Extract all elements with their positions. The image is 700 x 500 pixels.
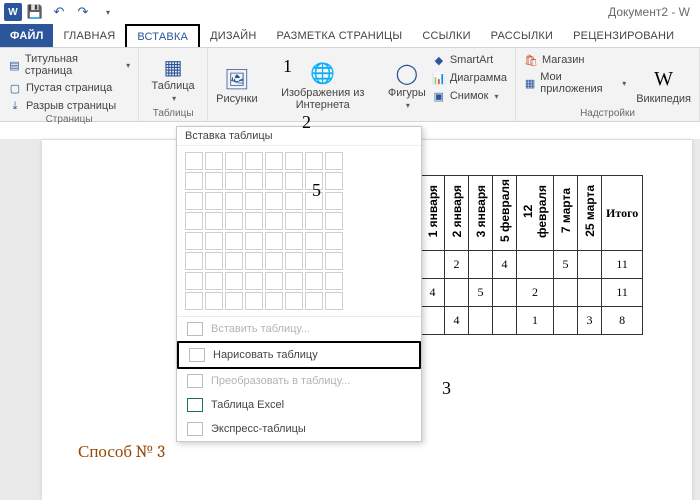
label: Преобразовать в таблицу... <box>211 375 350 387</box>
title-bar: W 💾 ↶ ↷ Документ2 - W <box>0 0 700 24</box>
label: Снимок <box>450 90 489 102</box>
tab-design[interactable]: ДИЗАЙН <box>200 24 266 47</box>
dropdown-menu: Вставить таблицу... Нарисовать таблицу П… <box>177 316 421 441</box>
menu-draw-table[interactable]: Нарисовать таблицу <box>177 341 421 369</box>
ribbon: ▤ Титульная страница ▢ Пустая страница ⤓ Ра… <box>0 48 700 122</box>
caption: Способ № 3 <box>78 442 165 462</box>
annotation-5: 5 <box>312 180 321 201</box>
wikipedia-icon: W <box>650 67 678 93</box>
group-label: Надстройки <box>516 108 699 119</box>
menu-excel-table[interactable]: Таблица Excel <box>177 393 421 417</box>
label: Пустая страница <box>26 82 112 94</box>
col-date: 1 января <box>421 176 445 251</box>
save-icon[interactable]: 💾 <box>24 2 46 22</box>
col-total: Итого <box>602 176 643 251</box>
btn-screenshot[interactable]: ▣ Снимок <box>430 88 509 104</box>
tab-mailings[interactable]: РАССЫЛКИ <box>481 24 563 47</box>
btn-chart[interactable]: 📊 Диаграмма <box>430 70 509 86</box>
btn-myapps[interactable]: ▦ Мои приложения <box>522 70 628 96</box>
label: Разрыв страницы <box>26 100 116 112</box>
label: Титульная страница <box>25 53 120 77</box>
col-date: 3 января <box>469 176 493 251</box>
label: Изображения из Интернета <box>264 87 382 111</box>
group-label: Таблицы <box>145 108 201 119</box>
qat-more-icon[interactable] <box>96 2 118 22</box>
label: Фигуры <box>388 87 426 99</box>
btn-pictures[interactable]: 🖼Рисунки <box>214 52 260 119</box>
col-date: 2 января <box>445 176 469 251</box>
dropdown-header: Вставка таблицы <box>177 127 421 146</box>
quick-access-toolbar: W 💾 ↶ ↷ <box>4 2 118 22</box>
label: SmartArt <box>450 54 493 66</box>
tab-review[interactable]: РЕЦЕНЗИРОВАНИ <box>563 24 684 47</box>
btn-cover-page[interactable]: ▤ Титульная страница <box>6 52 132 78</box>
label: Диаграмма <box>450 72 507 84</box>
grid-icon <box>187 322 203 336</box>
btn-page-break[interactable]: ⤓ Разрыв страницы <box>6 98 132 114</box>
smartart-icon: ◆ <box>432 53 446 67</box>
label: Нарисовать таблицу <box>213 349 318 361</box>
label: Мои приложения <box>540 71 616 95</box>
menu-quick-tables[interactable]: Экспресс-таблицы <box>177 417 421 441</box>
insert-grid-cells[interactable] <box>185 152 413 310</box>
label: Википедия <box>636 93 691 105</box>
btn-blank-page[interactable]: ▢ Пустая страница <box>6 80 132 96</box>
label: Рисунки <box>216 93 258 105</box>
label: Вставить таблицу... <box>211 323 310 335</box>
quick-icon <box>187 422 203 436</box>
menu-insert-table[interactable]: Вставить таблицу... <box>177 317 421 341</box>
shapes-icon: ◯ <box>393 61 421 87</box>
tab-file[interactable]: ФАЙЛ <box>0 24 53 47</box>
col-date: 12 февраля <box>517 176 554 251</box>
picture-icon: 🖼 <box>223 67 251 93</box>
group-tables: ▦ Таблица Таблицы <box>139 48 208 121</box>
btn-online-pictures[interactable]: 🌐Изображения из Интернета <box>262 52 384 119</box>
col-date: 7 марта <box>554 176 578 251</box>
col-date: 5 февраля <box>493 176 517 251</box>
group-pages: ▤ Титульная страница ▢ Пустая страница ⤓ Ра… <box>0 48 139 121</box>
label: Таблица Excel <box>211 399 284 411</box>
tab-pagelayout[interactable]: РАЗМЕТКА СТРАНИЦЫ <box>266 24 412 47</box>
annotation-2: 2 <box>302 112 311 133</box>
btn-smartart[interactable]: ◆ SmartArt <box>430 52 509 68</box>
btn-table[interactable]: ▦ Таблица <box>145 52 201 106</box>
page-icon: ▤ <box>8 58 21 72</box>
tab-home[interactable]: ГЛАВНАЯ <box>53 24 125 47</box>
label: Экспресс-таблицы <box>211 423 306 435</box>
redo-icon[interactable]: ↷ <box>72 2 94 22</box>
col-date: 25 марта <box>578 176 602 251</box>
label: Таблица <box>152 80 195 92</box>
ribbon-tabs: ФАЙЛ ГЛАВНАЯ ВСТАВКА ДИЗАЙН РАЗМЕТКА СТР… <box>0 24 700 48</box>
document-title: Документ2 - W <box>608 5 690 19</box>
tab-references[interactable]: ССЫЛКИ <box>412 24 480 47</box>
page-icon: ▢ <box>8 81 22 95</box>
label: Магазин <box>542 54 584 66</box>
word-app-icon: W <box>4 3 22 21</box>
group-addins: 🛍 Магазин ▦ Мои приложения WВикипедия Надс… <box>516 48 700 121</box>
menu-convert-text[interactable]: Преобразовать в таблицу... <box>177 369 421 393</box>
annotation-3: 3 <box>442 378 451 399</box>
break-icon: ⤓ <box>8 99 22 113</box>
group-illustrations: 🖼Рисунки 🌐Изображения из Интернета ◯Фигу… <box>208 48 516 121</box>
insert-grid[interactable] <box>177 146 421 316</box>
convert-icon <box>187 374 203 388</box>
tab-insert[interactable]: ВСТАВКА <box>125 24 200 47</box>
table-icon: ▦ <box>159 54 187 80</box>
btn-store[interactable]: 🛍 Магазин <box>522 52 628 68</box>
table-dropdown: Вставка таблицы Вставить таблицу... Нари… <box>176 126 422 442</box>
store-icon: 🛍 <box>524 53 538 67</box>
btn-shapes[interactable]: ◯Фигуры <box>386 52 428 119</box>
undo-icon[interactable]: ↶ <box>48 2 70 22</box>
pencil-icon <box>189 348 205 362</box>
screenshot-icon: ▣ <box>432 89 446 103</box>
chart-icon: 📊 <box>432 71 446 85</box>
group-label: Страницы <box>6 114 132 125</box>
online-picture-icon: 🌐 <box>309 61 337 87</box>
annotation-1: 1 <box>283 56 292 77</box>
apps-icon: ▦ <box>524 76 536 90</box>
excel-icon <box>187 398 203 412</box>
